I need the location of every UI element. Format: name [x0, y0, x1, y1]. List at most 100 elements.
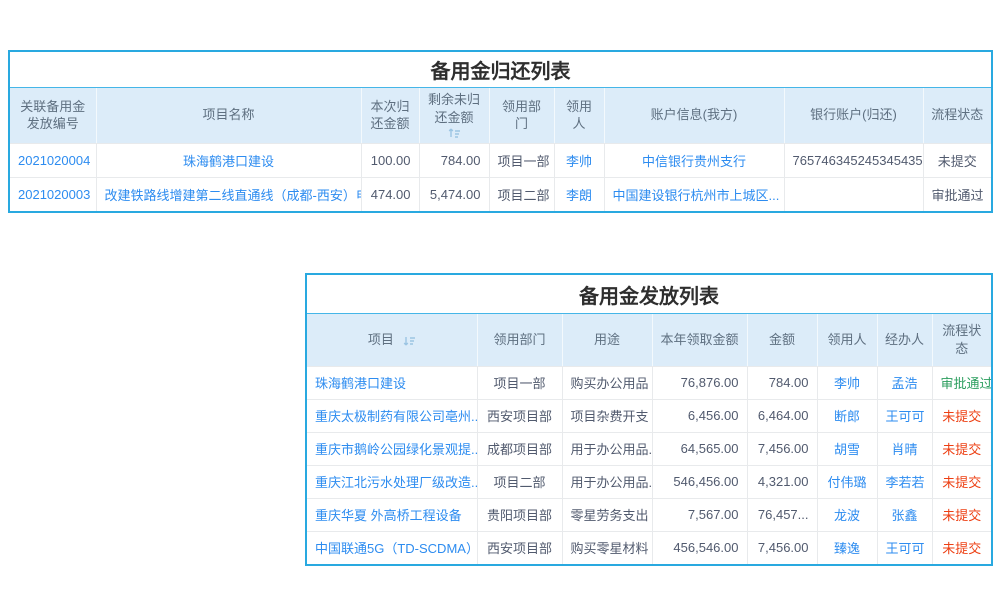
- handler-link[interactable]: 张鑫: [877, 498, 932, 531]
- use-dept-cell: 成都项目部: [477, 432, 562, 465]
- return-amount-cell: 474.00: [361, 177, 419, 211]
- return-table: 关联备用金发放编号 项目名称 本次归还金额 剩余未归还金额 领用部门 领用人 账…: [10, 88, 991, 211]
- col-use-dept: 领用部门: [489, 88, 554, 143]
- flow-status-cell: 未提交: [932, 432, 991, 465]
- project-link[interactable]: 重庆华夏 外高桥工程设备: [307, 498, 477, 531]
- remaining-amount-cell: 5,474.00: [419, 177, 489, 211]
- use-dept-cell: 项目二部: [477, 465, 562, 498]
- issue-table-row: 中国联通5G（TD-SCDMA）... 西安项目部 购买零星材料 456,546…: [307, 531, 991, 564]
- bank-account-cell: [784, 177, 923, 211]
- col-amount: 金额: [747, 314, 817, 366]
- year-amount-cell: 456,546.00: [652, 531, 747, 564]
- year-amount-cell: 546,456.00: [652, 465, 747, 498]
- amount-cell: 784.00: [747, 366, 817, 399]
- issue-table-row: 珠海鹤港口建设 项目一部 购买办公用品 76,876.00 784.00 李帅 …: [307, 366, 991, 399]
- col-return-amount: 本次归还金额: [361, 88, 419, 143]
- col-project-name: 项目名称: [96, 88, 361, 143]
- use-dept-cell: 项目一部: [489, 143, 554, 177]
- project-link[interactable]: 珠海鹤港口建设: [307, 366, 477, 399]
- col-use-person: 领用人: [817, 314, 877, 366]
- issue-list-title: 备用金发放列表: [307, 275, 991, 314]
- col-flow-status: 流程状态: [932, 314, 991, 366]
- use-dept-cell: 贵阳项目部: [477, 498, 562, 531]
- handler-link[interactable]: 王可可: [877, 531, 932, 564]
- col-account-info: 账户信息(我方): [604, 88, 784, 143]
- use-person-link[interactable]: 臻逸: [817, 531, 877, 564]
- use-dept-cell: 西安项目部: [477, 531, 562, 564]
- issue-header-row: 项目 领用部门 用途 本年领取金额 金额 领用人 经办人 流程状态: [307, 314, 991, 366]
- col-flow-status: 流程状态: [923, 88, 991, 143]
- amount-cell: 4,321.00: [747, 465, 817, 498]
- project-link[interactable]: 重庆太极制药有限公司亳州...: [307, 399, 477, 432]
- account-info-link[interactable]: 中信银行贵州支行: [604, 143, 784, 177]
- amount-cell: 7,456.00: [747, 531, 817, 564]
- sort-icon[interactable]: [403, 335, 416, 347]
- use-dept-cell: 项目二部: [489, 177, 554, 211]
- col-related-issue-code: 关联备用金发放编号: [10, 88, 96, 143]
- year-amount-cell: 6,456.00: [652, 399, 747, 432]
- use-person-link[interactable]: 龙波: [817, 498, 877, 531]
- amount-cell: 7,456.00: [747, 432, 817, 465]
- use-person-link[interactable]: 付伟璐: [817, 465, 877, 498]
- col-year-amount: 本年领取金额: [652, 314, 747, 366]
- flow-status-cell: 未提交: [932, 498, 991, 531]
- year-amount-cell: 64,565.00: [652, 432, 747, 465]
- project-name-link[interactable]: 改建铁路线增建第二线直通线（成都-西安）电...: [96, 177, 361, 211]
- return-list-title: 备用金归还列表: [10, 52, 991, 88]
- flow-status-cell: 未提交: [923, 143, 991, 177]
- flow-status-cell: 未提交: [932, 531, 991, 564]
- use-person-link[interactable]: 李朗: [554, 177, 604, 211]
- return-header-row: 关联备用金发放编号 项目名称 本次归还金额 剩余未归还金额 领用部门 领用人 账…: [10, 88, 991, 143]
- account-info-link[interactable]: 中国建设银行杭州市上城区...: [604, 177, 784, 211]
- return-list-card: 备用金归还列表 关联备用金发放编号 项目名称 本次归还金额 剩余未归还金额 领用…: [8, 50, 993, 213]
- amount-cell: 76,457...: [747, 498, 817, 531]
- col-use-dept: 领用部门: [477, 314, 562, 366]
- return-amount-cell: 100.00: [361, 143, 419, 177]
- purpose-cell: 购买零星材料: [562, 531, 652, 564]
- remaining-amount-cell: 784.00: [419, 143, 489, 177]
- project-link[interactable]: 重庆江北污水处理厂级改造...: [307, 465, 477, 498]
- project-name-link[interactable]: 珠海鹤港口建设: [96, 143, 361, 177]
- flow-status-cell: 未提交: [932, 465, 991, 498]
- col-remaining-amount[interactable]: 剩余未归还金额: [419, 88, 489, 143]
- issue-table-row: 重庆华夏 外高桥工程设备 贵阳项目部 零星劳务支出 7,567.00 76,45…: [307, 498, 991, 531]
- use-dept-cell: 西安项目部: [477, 399, 562, 432]
- issue-table: 项目 领用部门 用途 本年领取金额 金额 领用人 经办人 流程状态 珠海鹤港口建…: [307, 314, 991, 564]
- handler-link[interactable]: 李若若: [877, 465, 932, 498]
- use-dept-cell: 项目一部: [477, 366, 562, 399]
- return-table-row: 2021020004 珠海鹤港口建设 100.00 784.00 项目一部 李帅…: [10, 143, 991, 177]
- col-purpose: 用途: [562, 314, 652, 366]
- year-amount-cell: 76,876.00: [652, 366, 747, 399]
- purpose-cell: 项目杂费开支: [562, 399, 652, 432]
- purpose-cell: 用于办公用品...: [562, 465, 652, 498]
- year-amount-cell: 7,567.00: [652, 498, 747, 531]
- issue-code-link[interactable]: 2021020003: [10, 177, 96, 211]
- use-person-link[interactable]: 李帅: [817, 366, 877, 399]
- flow-status-cell: 审批通过: [923, 177, 991, 211]
- col-project[interactable]: 项目: [307, 314, 477, 366]
- issue-list-card: 备用金发放列表 项目 领用部门 用途 本年领取金额 金额 领用人 经办人: [305, 273, 993, 566]
- handler-link[interactable]: 王可可: [877, 399, 932, 432]
- purpose-cell: 购买办公用品: [562, 366, 652, 399]
- purpose-cell: 零星劳务支出: [562, 498, 652, 531]
- amount-cell: 6,464.00: [747, 399, 817, 432]
- issue-code-link[interactable]: 2021020004: [10, 143, 96, 177]
- project-link[interactable]: 中国联通5G（TD-SCDMA）...: [307, 531, 477, 564]
- project-link[interactable]: 重庆市鹅岭公园绿化景观提...: [307, 432, 477, 465]
- use-person-link[interactable]: 胡雪: [817, 432, 877, 465]
- use-person-link[interactable]: 断郎: [817, 399, 877, 432]
- use-person-link[interactable]: 李帅: [554, 143, 604, 177]
- sort-icon[interactable]: [448, 127, 461, 139]
- flow-status-cell: 审批通过: [932, 366, 991, 399]
- issue-table-row: 重庆市鹅岭公园绿化景观提... 成都项目部 用于办公用品... 64,565.0…: [307, 432, 991, 465]
- col-bank-account: 银行账户(归还): [784, 88, 923, 143]
- handler-link[interactable]: 孟浩: [877, 366, 932, 399]
- issue-table-row: 重庆太极制药有限公司亳州... 西安项目部 项目杂费开支 6,456.00 6,…: [307, 399, 991, 432]
- flow-status-cell: 未提交: [932, 399, 991, 432]
- purpose-cell: 用于办公用品...: [562, 432, 652, 465]
- issue-table-row: 重庆江北污水处理厂级改造... 项目二部 用于办公用品... 546,456.0…: [307, 465, 991, 498]
- col-use-person: 领用人: [554, 88, 604, 143]
- return-table-row: 2021020003 改建铁路线增建第二线直通线（成都-西安）电... 474.…: [10, 177, 991, 211]
- bank-account-cell: 765746345245345435: [784, 143, 923, 177]
- handler-link[interactable]: 肖晴: [877, 432, 932, 465]
